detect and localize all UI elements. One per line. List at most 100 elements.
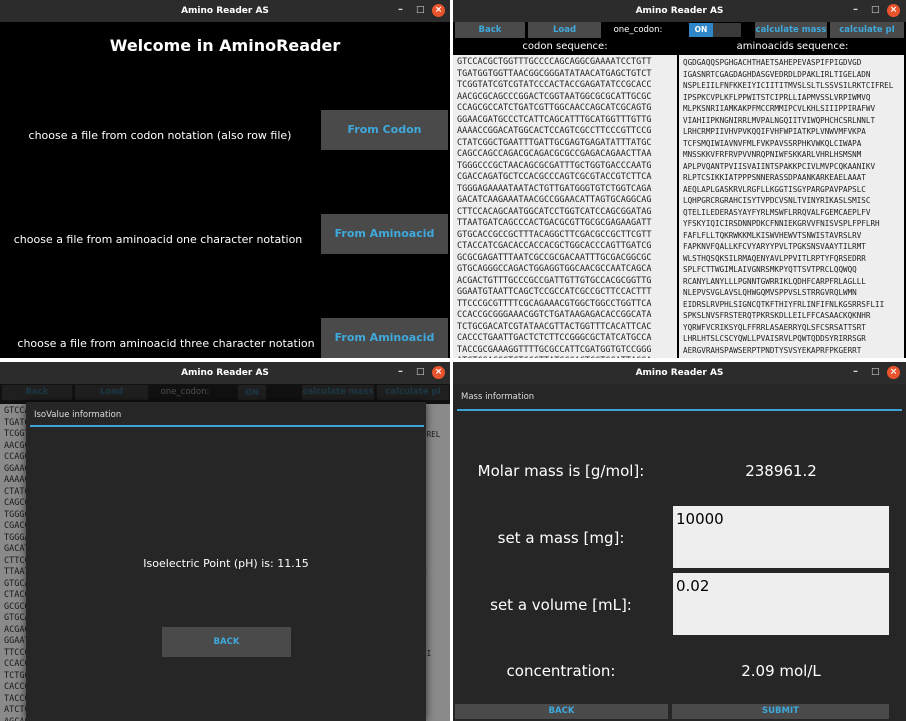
- amino-line: NLEPVSVGLAVSLQHWGQMVSPPVSLSTRRGVRQLWMN: [683, 288, 857, 297]
- minimize-icon[interactable]: –: [398, 3, 403, 17]
- window-title: Amino Reader AS: [635, 368, 724, 378]
- close-icon[interactable]: ×: [887, 4, 900, 17]
- codon-line: CCACCGCGGGAAACGGTCTGATAAGAGACACCGGCATA: [457, 310, 652, 320]
- dialog-title-separator: [457, 409, 902, 411]
- calculate-mass-button[interactable]: calculate mass: [755, 22, 827, 38]
- one-codon-label: one_codon:: [613, 25, 663, 35]
- codon-line: TGATGGTGGTTAACGGCGGGATATAACATGAGCTGTCT: [457, 68, 652, 79]
- close-icon[interactable]: ×: [432, 366, 445, 379]
- amino-line: LHRLHTSLCSCYQWLLPVAISRVLPQWTQDDSYRIRRSGR: [683, 334, 866, 343]
- codon-line: CTATCGGCTGAATTTGATTGCGAGTGAGATATTTATGC: [457, 137, 652, 148]
- aminoacid-three-char-label: choose a file from aminoacid three chara…: [17, 337, 315, 350]
- dialog-title-separator: [30, 425, 424, 427]
- window-title: Amino Reader AS: [635, 6, 724, 16]
- codon-line: TCGGTATCGTCGTATCCCACTACCGAGATATCCGCACC: [457, 80, 652, 90]
- mass-input[interactable]: 10000: [673, 506, 889, 568]
- submit-button[interactable]: SUBMIT: [672, 704, 889, 719]
- amino-line: IGASNRTCGAGDAGHDASGVEDRDLDPAKLIRLTIGELAD…: [683, 69, 871, 79]
- volume-input[interactable]: 0.02: [673, 573, 889, 635]
- title-bar: Amino Reader AS – □ ×: [453, 0, 906, 22]
- codon-line: TTCCCGCGTTTTCGCAGAAACGTGGCTGGCCTGGTTCA: [457, 298, 652, 309]
- codon-line: GTGCAGGGCCAGACTGGAGGTGGCAACGCCAATCAGCA: [457, 264, 652, 274]
- mass-input-value: 10000: [676, 510, 724, 528]
- window-title: Amino Reader AS: [181, 6, 269, 16]
- concentration-label: concentration:: [506, 662, 616, 680]
- amino-line: NSPLEIILFNFKKEIYICIITITMVSLSLTLSSVSILRKT…: [683, 81, 894, 90]
- minimize-icon[interactable]: –: [853, 365, 858, 379]
- amino-line: MNSSKKVFRFRVPVVNRQPNIWFSKKARLVHRLHSMSNM: [683, 150, 862, 159]
- maximize-icon[interactable]: □: [871, 365, 880, 379]
- dialog-title: Mass information: [461, 392, 535, 402]
- load-button[interactable]: Load: [528, 22, 601, 38]
- iso-background: Back Load one_codon: ON calculate mass c…: [0, 384, 450, 721]
- amino-line: LQHPGRCRGRAHCISYTVPDCVSNLTVINYRIKASLSMIS…: [683, 196, 871, 205]
- codon-line: CAGCCAGCCAGACGCAGACGCGCCGAGACAGAACTTAA: [457, 149, 652, 159]
- amino-line: RLPTCSIKKIATPPPSNNERASSDPAANKARKEAELAAAT: [683, 173, 866, 182]
- volume-input-value: 0.02: [676, 577, 710, 595]
- volume-label: set a volume [mL]:: [490, 596, 632, 614]
- codon-line: TGGGAGAAAATAATACTGTTGATGGGTGTCTGGTCAGA: [457, 183, 652, 194]
- welcome-body: Welcome in AminoReader choose a file fro…: [0, 22, 450, 358]
- amino-line: QTELILEDERASYAYFYRLMSWFLRRQVALFGEMCAEPLF…: [683, 207, 871, 217]
- minimize-icon[interactable]: –: [853, 3, 858, 17]
- codon-line: CTTCCACAGCAATGGCATCCTGGTCATCCAGCGGATAG: [457, 206, 652, 217]
- welcome-heading: Welcome in AminoReader: [109, 36, 341, 55]
- amino-line: IPSPKCVPLKFLPPWITSTCIPRLLIAPMVSSLVRPIWMV…: [683, 92, 871, 102]
- load-button: Load: [75, 385, 148, 400]
- concentration-value: 2.09 mol/L: [741, 662, 821, 680]
- amino-line: SPLFCTTWGIMLAIVGNRSMKPYQTTSVTPRCLQQWQQ: [683, 265, 857, 274]
- title-bar: Amino Reader AS – □ ×: [0, 0, 450, 22]
- dimmed-toolbar: Back Load one_codon: ON calculate mass c…: [0, 384, 450, 402]
- amino-header: aminoacids sequence:: [736, 41, 849, 52]
- codon-line: TCTGCGACATCGTATAACGTTACTGGTTTCACATTCAC: [457, 321, 652, 332]
- codon-line: GCGCGAGATTTAATCGCCGCGACAATTTGCGACGGCGC: [457, 252, 652, 263]
- minimize-icon[interactable]: –: [398, 365, 403, 379]
- codon-line: AAAACCGGACATGGCACTCCAGTCGCCTTCCCGTTCCG: [457, 126, 652, 136]
- from-aminoacid-one-button[interactable]: From Aminoacid: [321, 214, 448, 254]
- codon-line: ATCTCGACGCTCTCCCTTATGCGACTCCTGCATTAGGA: [457, 356, 673, 358]
- amino-line: FAFLFLLTQKRWKKMLKISWVHEWVTSNWISTAVRSLRV: [683, 230, 862, 240]
- amino-line: SPKSLNVSFRSTERQTPKRSKDLLEILFFCASAACKQKNH…: [683, 311, 871, 320]
- amino-line: WLSTHQSQKSILRMAQENYAVLPPVITLRPTYFQRSEDRR: [683, 253, 866, 263]
- amino-line: LRHCRMPIIVHVPVKQQIFVHFWPIATKPLVNWVMFVKPA: [683, 127, 866, 136]
- from-aminoacid-three-button[interactable]: From Aminoacid: [321, 318, 448, 358]
- codon-sequence-area[interactable]: GTCCACGCTGGTTTGCCCCAGCAGGCGAAAATCCTGTT TG…: [453, 55, 677, 358]
- close-icon[interactable]: ×: [432, 4, 445, 17]
- calculate-pi-button[interactable]: calculate pI: [830, 22, 904, 38]
- back-button: Back: [2, 385, 72, 400]
- codon-line: CCAGCGCCATCTGATCGTTGGCAACCAGCATCGCAGTG: [457, 103, 652, 113]
- dialog-title: IsoValue information: [34, 410, 122, 420]
- title-bar: Amino Reader AS – □ ×: [0, 362, 450, 384]
- amino-line: VIAHIIPKNGNIRRLMVPALNGQIITVIWQPHCHCSRLNN…: [683, 115, 876, 125]
- iso-window: Amino Reader AS – □ × Back Load one_codo…: [0, 362, 450, 721]
- one-codon-toggle[interactable]: ON: [689, 23, 741, 37]
- amino-sequence-area[interactable]: QGDGAQQSPGHGACHTHAETSAHEPEVASPIFPIGDVGD I…: [679, 55, 904, 358]
- window-title: Amino Reader AS: [181, 368, 269, 378]
- amino-line: AEQLAPLGASKRVLRGFLLKGGTISGYPARGPAVPAPSLC: [683, 184, 866, 194]
- iso-dialog: IsoValue information Isoelectric Point (…: [26, 402, 426, 721]
- one-codon-label: one_codon:: [160, 387, 210, 397]
- amino-line: APLPVQANTPVIISVAIINTSPAKKPCIVLMVPCQKAANI…: [683, 161, 876, 171]
- toggle-on-label: ON: [238, 385, 266, 400]
- back-button[interactable]: BACK: [162, 627, 291, 657]
- back-button[interactable]: Back: [455, 22, 525, 38]
- codon-line: GGAACGATGCCCTCATTCAGCATTTGCATGGTTTGTTG: [457, 114, 652, 125]
- calculate-pi-button: calculate pI: [377, 385, 449, 400]
- maximize-icon[interactable]: □: [416, 365, 425, 379]
- maximize-icon[interactable]: □: [416, 3, 425, 17]
- amino-line: QGDGAQQSPGHGACHTHAETSAHEPEVASPIFPIGDVGD: [683, 58, 862, 67]
- codon-line: TACCGCGAAAGGTTTTGCGCCATTCGATGGTGTCCGGG: [457, 344, 652, 355]
- maximize-icon[interactable]: □: [871, 3, 880, 17]
- mass-dialog: Mass information Molar mass is [g/mol]: …: [453, 384, 906, 721]
- isoelectric-point-text: Isoelectric Point (pH) is: 11.15: [143, 557, 309, 570]
- mass-label: set a mass [mg]:: [497, 529, 625, 547]
- molar-mass-value: 238961.2: [745, 462, 817, 480]
- codon-line: GGAATGTAATTCAGCTCCGCCATCGCCGCTTCCACTTT: [457, 287, 652, 297]
- close-icon[interactable]: ×: [887, 366, 900, 379]
- from-codon-button[interactable]: From Codon: [321, 110, 448, 150]
- aminoacid-one-char-label: choose a file from aminoacid one charact…: [13, 233, 303, 246]
- codon-line: CGACCAGATGCTCCACGCCCAGTCGCGTACCGTCTTCA: [457, 172, 652, 182]
- back-button[interactable]: BACK: [455, 704, 668, 719]
- codon-file-label: choose a file from codon notation (also …: [28, 129, 292, 142]
- mass-window: Amino Reader AS – □ × Mass information M…: [453, 362, 906, 721]
